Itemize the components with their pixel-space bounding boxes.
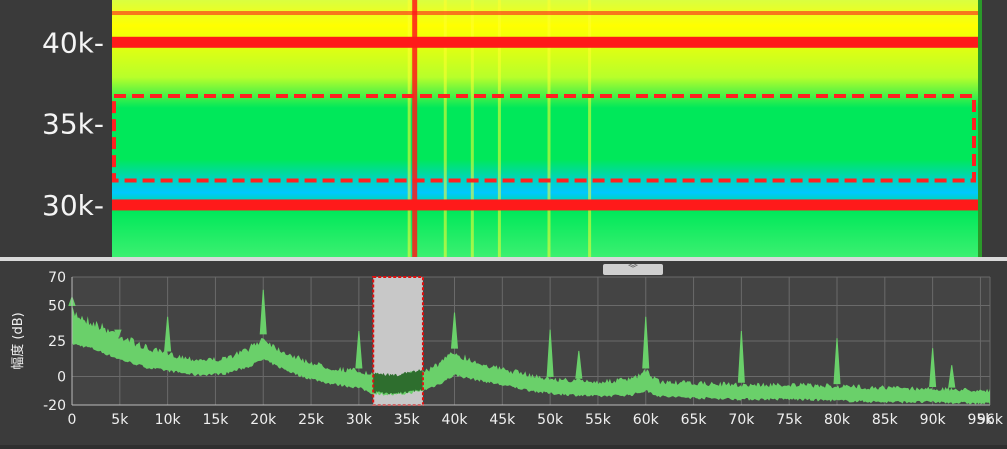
spectrum-chart-svg[interactable]: 7050250-200 5k 10k 15k 20k 25k 30k 35k 40k 45k 50k… [0, 261, 1007, 445]
spectrogram-y-tick-label: 30k- [42, 189, 104, 222]
x-tick-label: 55k [585, 412, 612, 428]
spectrogram-tone-line [112, 11, 978, 16]
x-tick-label: 60k [633, 412, 660, 428]
x-tick-label: 40k [442, 412, 469, 428]
x-tick-label: 50k [537, 412, 564, 428]
y-tick-label: 50 [48, 298, 66, 314]
collapse-handle-chevron-icon[interactable]: ︾ [603, 264, 663, 275]
x-tick-label: 0 [68, 412, 77, 428]
x-tick-label: 85k [872, 412, 899, 428]
x-tick-label: 25k [298, 412, 325, 428]
spectrogram-svg: 40k- 35k- 30k- [42, 0, 982, 257]
x-tick-label: 30k [346, 412, 373, 428]
y-tick-label: 0 [57, 370, 66, 386]
y-tick-label: -20 [43, 398, 66, 414]
x-tick-label: 65k [681, 412, 708, 428]
x-tick-label: 10k [155, 412, 182, 428]
x-tick-label: 15k [202, 412, 229, 428]
spectrogram-panel[interactable]: 40k- 35k- 30k- [0, 0, 1007, 257]
x-tick-label: 90k [920, 412, 947, 428]
audio-analyzer-view: 40k- 35k- 30k- 70 50 25 0 -20 0 5k 10k 15k 20k 25k 30… [0, 0, 1007, 445]
spectrum-panel: 70 50 25 0 -20 0 5k 10k 15k 20k 25k 30k 35k 40k 45k 50k… [0, 261, 1007, 445]
y-axis-label: 幅度 (dB) [10, 312, 26, 369]
y-tick-label: 70 [48, 270, 66, 286]
spectrogram-tone-line [112, 36, 978, 48]
x-tick-label: 70k [728, 412, 755, 428]
spectrogram-y-tick-label: 40k- [42, 26, 104, 59]
spectrogram-right-edge [978, 0, 982, 257]
x-tick-label: 45k [489, 412, 516, 428]
x-tick-label: 80k [824, 412, 851, 428]
x-tick-label: 75k [776, 412, 803, 428]
spectrogram-tone-line [112, 199, 978, 211]
x-tick-label: 96k [977, 412, 1004, 428]
x-tick-label: 35k [394, 412, 421, 428]
y-tick-label: 25 [48, 334, 66, 350]
x-tick-label: 20k [250, 412, 277, 428]
x-tick-label: 5k [111, 412, 129, 428]
spectrogram-y-tick-label: 35k- [42, 108, 104, 141]
